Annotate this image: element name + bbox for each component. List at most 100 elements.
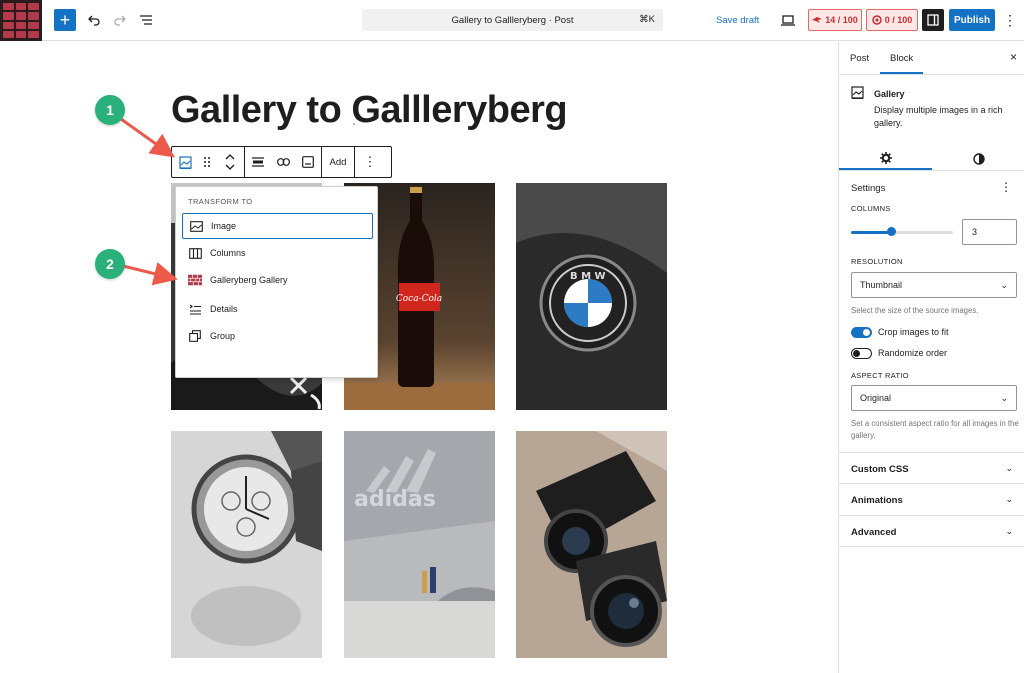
aspect-ratio-select[interactable]: Original ⌄ <box>851 385 1017 411</box>
contrast-icon <box>972 153 985 165</box>
crop-images-label: Crop images to fit <box>878 327 949 337</box>
transform-option-label: Columns <box>210 248 246 258</box>
transform-option-label: Galleryberg Gallery <box>210 275 288 285</box>
text-cursor <box>353 123 355 125</box>
options-menu-icon[interactable]: ⋮ <box>1003 10 1017 30</box>
settings-heading: Settings <box>851 183 886 194</box>
gallery-transform-icon[interactable] <box>172 147 198 177</box>
aspect-ratio-selected-value: Original <box>860 393 892 403</box>
resolution-help: Select the size of the source images. <box>851 306 979 315</box>
columns-label: COLUMNS <box>851 204 891 213</box>
block-toolbar: Add ⋮ <box>171 146 392 178</box>
callout-badge-2: 2 <box>95 249 125 279</box>
callout-arrow-1 <box>120 117 175 158</box>
callout-badge-1: 1 <box>95 95 125 125</box>
post-title[interactable]: Gallery to Gallleryberg <box>171 89 568 132</box>
gallery-image-6[interactable] <box>516 431 667 658</box>
shortcut-hint: ⌘K <box>639 14 655 25</box>
chevron-down-icon: ⌄ <box>1000 280 1008 290</box>
transform-option-group[interactable]: Group <box>182 323 373 349</box>
move-up-down-icon[interactable] <box>216 147 244 177</box>
add-images-button[interactable]: Add <box>322 147 354 177</box>
coke-label-text: Coca-Cola <box>396 294 442 304</box>
panel-title: Custom CSS <box>851 464 909 475</box>
resolution-select[interactable]: Thumbnail ⌄ <box>851 272 1017 298</box>
resolution-selected-value: Thumbnail <box>860 280 903 290</box>
transform-option-label: Group <box>210 331 236 341</box>
columns-slider[interactable] <box>851 227 953 236</box>
aspect-ratio-help: Set a consistent aspect ratio for all im… <box>851 419 1019 440</box>
preview-icon[interactable] <box>777 10 799 30</box>
undo-icon[interactable] <box>84 10 104 30</box>
block-inspector-tabs <box>839 142 1024 171</box>
panel-animations[interactable]: Animations ⌄ <box>839 483 1024 515</box>
add-block-button[interactable]: + <box>54 9 76 31</box>
transform-option-details[interactable]: Details <box>182 296 373 322</box>
panel-advanced[interactable]: Advanced ⌄ <box>839 515 1024 547</box>
gallery-image-4[interactable] <box>171 431 322 658</box>
crop-images-toggle[interactable] <box>851 327 872 338</box>
align-icon[interactable] <box>245 147 271 177</box>
settings-sidebar: Post Block × Gallery Display multiple im… <box>838 42 1024 673</box>
tab-post[interactable]: Post <box>850 53 869 64</box>
columns-slider-thumb[interactable] <box>887 227 897 236</box>
readability-target-icon <box>871 15 882 25</box>
site-logo-icon[interactable] <box>0 0 42 41</box>
columns-slider-fill <box>851 231 892 234</box>
svg-text:B M W: B M W <box>570 271 606 282</box>
settings-tab[interactable] <box>839 148 932 170</box>
panel-custom-css[interactable]: Custom CSS ⌄ <box>839 452 1024 484</box>
transform-menu-header: TRANSFORM TO <box>188 197 253 206</box>
randomize-order-toggle[interactable] <box>851 348 872 359</box>
link-icon[interactable] <box>271 147 295 177</box>
tab-block[interactable]: Block <box>879 53 924 74</box>
transform-to-menu: TRANSFORM TO Image Columns Galleryberg G… <box>175 186 378 378</box>
styles-tab[interactable] <box>932 148 1024 170</box>
transform-option-image[interactable]: Image <box>182 213 373 239</box>
transform-option-label: Image <box>211 221 237 231</box>
transform-option-galleryberg-gallery[interactable]: Galleryberg Gallery <box>182 267 373 293</box>
panel-title: Advanced <box>851 527 897 538</box>
transform-option-label: Details <box>210 304 238 314</box>
galleryberg-icon <box>188 273 202 287</box>
editor-topbar: + Gallery to Gallleryberg · Post ⌘K Save… <box>0 0 1024 41</box>
transform-option-columns[interactable]: Columns <box>182 240 373 266</box>
gallery-image-5[interactable]: adidas <box>344 431 495 658</box>
details-icon <box>188 302 202 316</box>
chevron-down-icon: ⌄ <box>1005 494 1013 504</box>
seo-bird-icon <box>812 17 823 23</box>
seo-score-badge[interactable]: 14 / 100 <box>808 9 862 31</box>
list-view-icon[interactable] <box>136 10 156 30</box>
publish-button[interactable]: Publish <box>949 9 995 31</box>
gallery-icon <box>851 86 865 100</box>
block-toolbar-group-add: Add <box>322 147 355 177</box>
redo-icon[interactable] <box>110 10 130 30</box>
callout-arrow-2 <box>122 262 178 286</box>
editor-canvas: Gallery to Gallleryberg Add ⋮ Coca-Cola … <box>0 42 838 673</box>
sidebar-tabs: Post Block × <box>839 42 1024 75</box>
seo-score-value: 14 / 100 <box>825 15 858 25</box>
panel-title: Animations <box>851 495 903 506</box>
block-options-icon[interactable]: ⋮ <box>355 147 385 177</box>
aspect-ratio-label: ASPECT RATIO <box>851 371 909 380</box>
adidas-sign-text: adidas <box>354 487 436 512</box>
settings-sidebar-toggle-icon[interactable] <box>922 9 944 31</box>
block-toolbar-group-transform <box>172 147 245 177</box>
block-toolbar-group-options: ⋮ <box>355 147 385 177</box>
block-card-description: Display multiple images in a rich galler… <box>874 105 1003 128</box>
resolution-label: RESOLUTION <box>851 257 903 266</box>
settings-options-icon[interactable]: ⋮ <box>1000 180 1012 194</box>
save-draft-button[interactable]: Save draft <box>716 10 759 30</box>
block-card-title: Gallery <box>874 89 905 99</box>
image-icon <box>189 219 203 233</box>
readability-score-badge[interactable]: 0 / 100 <box>866 9 918 31</box>
randomize-order-label: Randomize order <box>878 348 948 358</box>
drag-handle-icon[interactable] <box>198 147 216 177</box>
readability-score-value: 0 / 100 <box>884 15 913 25</box>
columns-number-input[interactable]: 3 <box>962 219 1017 245</box>
gallery-image-3[interactable]: B M W <box>516 183 667 410</box>
caption-icon[interactable] <box>295 147 321 177</box>
chevron-down-icon: ⌄ <box>1005 463 1013 473</box>
close-icon[interactable]: × <box>1010 50 1017 64</box>
command-palette-bar[interactable]: Gallery to Gallleryberg · Post ⌘K <box>362 9 663 31</box>
